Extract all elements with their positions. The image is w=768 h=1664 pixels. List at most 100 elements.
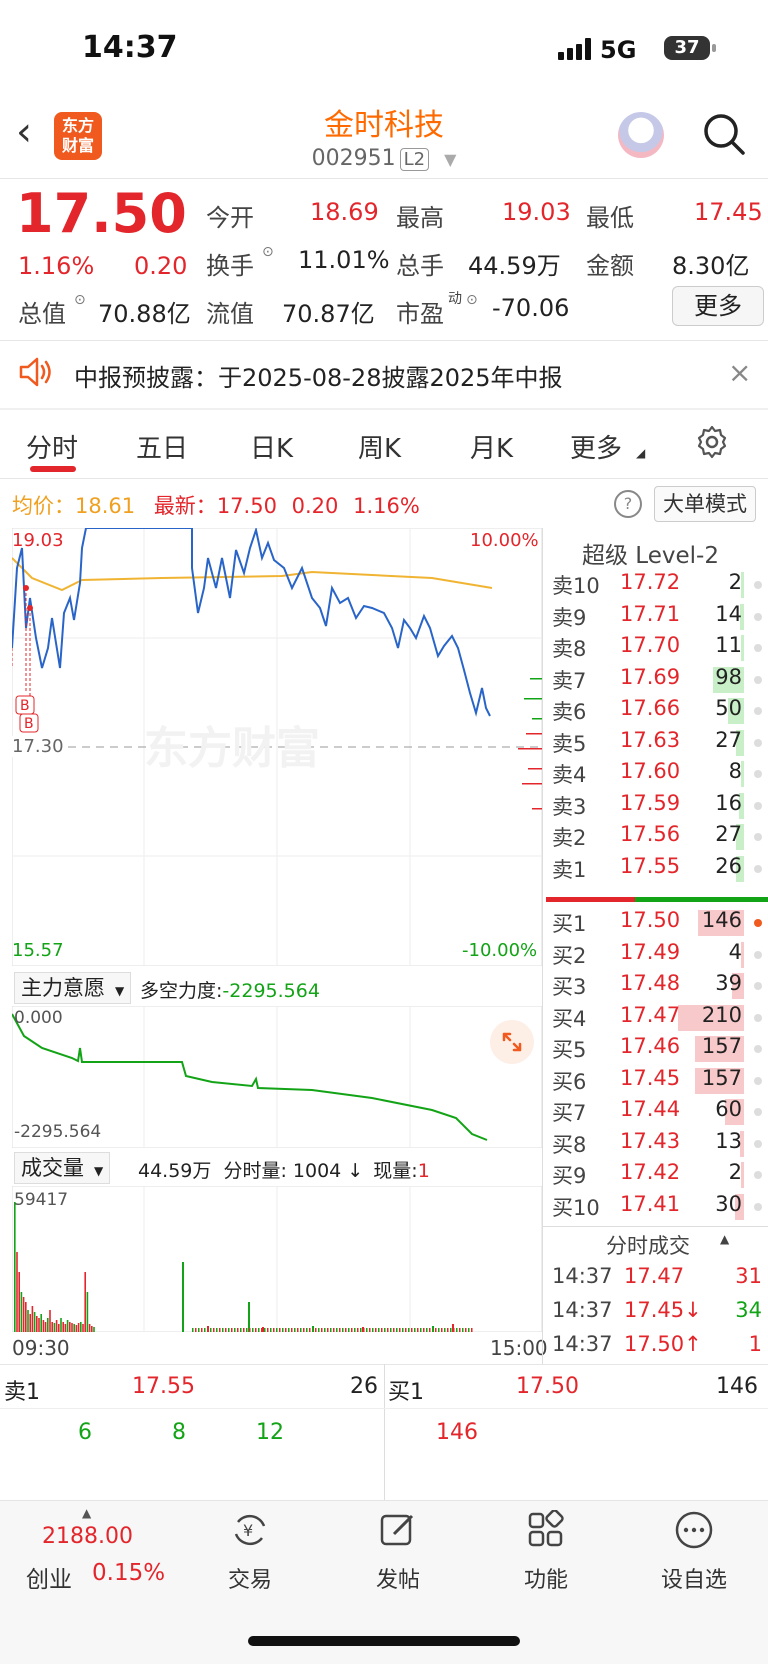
tab-monthly[interactable]: 月K: [470, 428, 513, 465]
tick-price: 17.45↓: [624, 1298, 702, 1322]
chevron-up-icon[interactable]: ▲: [720, 1232, 729, 1246]
bid-level-row[interactable]: 买10 17.41 30: [548, 1192, 768, 1224]
chevron-down-icon: ◢: [636, 446, 646, 460]
bid-level-row[interactable]: 买1 17.50 146: [548, 908, 768, 940]
buy-marker: B: [20, 698, 30, 714]
chevron-down-icon: ▼: [94, 1164, 104, 1178]
level-price: 17.71: [620, 601, 681, 626]
level-dot: [754, 644, 762, 652]
edit-icon[interactable]: [378, 1510, 418, 1550]
ask-order: 12: [256, 1420, 284, 1445]
bid-level-row[interactable]: 买8 17.43 13: [548, 1129, 768, 1161]
level-dot: [754, 1139, 762, 1148]
tab-intraday[interactable]: 分时: [26, 428, 78, 465]
volume-bar: [459, 1328, 461, 1332]
index-pct[interactable]: 0.15%: [92, 1560, 165, 1586]
level-label: 买5: [552, 1038, 587, 1062]
volume-bar: [438, 1328, 440, 1332]
intraday-chart[interactable]: 东方财富 B B: [11, 526, 543, 967]
indicator-select[interactable]: 主力意愿 ▼: [14, 972, 132, 1004]
more-dots-icon[interactable]: [674, 1510, 714, 1550]
volume-bar: [210, 1328, 212, 1332]
ask-level-row[interactable]: 卖3 17.59 16: [548, 791, 768, 823]
queue-bid-vol: 146: [716, 1374, 758, 1399]
volume-select[interactable]: 成交量 ▼: [14, 1152, 111, 1184]
close-icon[interactable]: ×: [728, 356, 751, 389]
search-icon[interactable]: [702, 112, 746, 160]
price-axis-top: 19.03: [12, 530, 64, 551]
bid-level-row[interactable]: 买3 17.48 39: [548, 971, 768, 1003]
level-price: 17.47: [620, 1002, 681, 1027]
level-volume: 98: [715, 664, 742, 689]
info-icon[interactable]: ⊙: [262, 244, 274, 260]
ask-level-row[interactable]: 卖1 17.55 26: [548, 854, 768, 886]
grid-icon[interactable]: [526, 1509, 566, 1550]
bid-level-row[interactable]: 买6 17.45 157: [548, 1066, 768, 1098]
nav-watchlist[interactable]: 设自选: [644, 1562, 744, 1594]
level-label: 卖7: [552, 668, 587, 693]
level-volume: 27: [715, 727, 742, 752]
bid-level-row[interactable]: 买7 17.44 60: [548, 1097, 768, 1129]
volume-bar: [222, 1328, 224, 1332]
level-volume: 60: [715, 1097, 742, 1121]
volume-bar: [285, 1328, 287, 1332]
tab-more[interactable]: 更多: [570, 428, 622, 465]
chevron-up-icon[interactable]: ▲: [82, 1506, 91, 1520]
ask-level-row[interactable]: 卖9 17.71 14: [548, 602, 768, 634]
level-badge: L2: [399, 148, 430, 171]
volume-bar: [462, 1328, 464, 1332]
volume-bar: [51, 1322, 53, 1332]
volume-bar: [384, 1328, 386, 1332]
ask-level-row[interactable]: 卖5 17.63 27: [548, 728, 768, 760]
help-icon[interactable]: ?: [614, 490, 642, 518]
volume-bar: [231, 1328, 233, 1332]
level-volume: 210: [701, 1002, 742, 1027]
bid-level-row[interactable]: 买2 17.49 4: [548, 940, 768, 972]
volume-bar: [342, 1328, 344, 1332]
index-name[interactable]: 创业: [26, 1560, 72, 1594]
volume-bar: [318, 1328, 320, 1332]
volume-bar: [64, 1324, 67, 1332]
tick-price: 17.50↑: [624, 1332, 702, 1356]
ask-level-row[interactable]: 卖7 17.69 98: [548, 665, 768, 697]
volume-bar: [339, 1328, 341, 1332]
volume-bar: [25, 1302, 27, 1332]
divider: [0, 1408, 768, 1409]
level-price: 17.49: [620, 939, 681, 964]
bid-level-row[interactable]: 买4 17.47 210: [548, 1003, 768, 1035]
expand-icon[interactable]: [490, 1020, 534, 1064]
ask-level-row[interactable]: 卖8 17.70 11: [548, 633, 768, 665]
tab-weekly[interactable]: 周K: [358, 428, 401, 465]
index-value[interactable]: 2188.00: [42, 1524, 133, 1549]
change-amount: 0.20: [134, 252, 188, 280]
ticks-title[interactable]: 分时成交: [606, 1230, 690, 1260]
ask-level-row[interactable]: 卖10 17.72 2: [548, 570, 768, 602]
volume-bar: [33, 1312, 36, 1332]
divider: [0, 340, 768, 341]
bid-level-row[interactable]: 买5 17.46 157: [548, 1034, 768, 1066]
pct-axis-top: 10.00%: [470, 530, 539, 551]
volume-bar: [16, 1252, 18, 1332]
nav-functions[interactable]: 功能: [496, 1562, 596, 1594]
book-divider-bar: [546, 897, 768, 902]
nav-trade[interactable]: 交易: [200, 1562, 300, 1594]
info-icon[interactable]: ⊙: [74, 292, 86, 308]
info-icon[interactable]: ⊙: [466, 292, 478, 308]
tab-5day[interactable]: 五日: [136, 428, 188, 465]
price-axis-bottom: 15.57: [12, 940, 64, 961]
more-button[interactable]: 更多: [672, 286, 764, 326]
level-volume: 157: [701, 1034, 742, 1058]
ask-level-row[interactable]: 卖6 17.66 50: [548, 696, 768, 728]
bid-level-row[interactable]: 买9 17.42 2: [548, 1160, 768, 1192]
nav-post[interactable]: 发帖: [348, 1562, 448, 1594]
ask-level-row[interactable]: 卖2 17.56 27: [548, 822, 768, 854]
assistant-avatar[interactable]: [618, 112, 664, 158]
trade-icon[interactable]: ¥: [230, 1510, 270, 1550]
level-label: 卖2: [552, 826, 587, 850]
ask-level-row[interactable]: 卖4 17.60 8: [548, 759, 768, 791]
gear-icon[interactable]: [694, 424, 730, 464]
big-order-mode-button[interactable]: 大单模式: [654, 486, 756, 522]
divider: [542, 528, 543, 1364]
tab-daily[interactable]: 日K: [250, 428, 293, 465]
notice-text[interactable]: 中报预披露：于2025-08-28披露2025年中报: [74, 358, 563, 393]
